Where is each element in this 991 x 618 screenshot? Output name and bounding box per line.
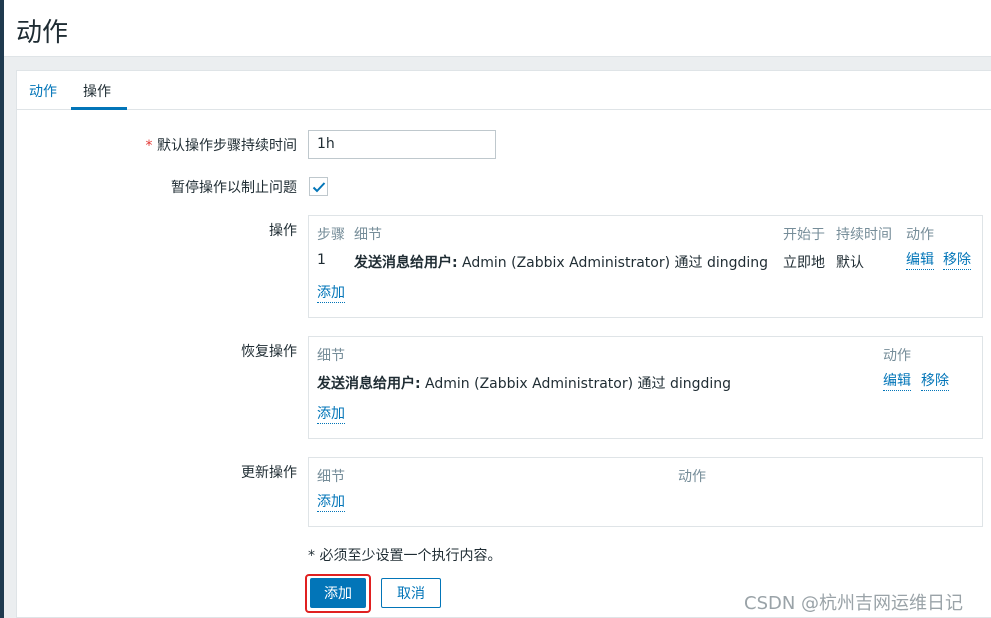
edit-link[interactable]: 编辑 xyxy=(883,373,911,391)
left-nav-strip xyxy=(0,0,4,618)
add-button[interactable]: 添加 xyxy=(310,578,366,608)
remove-link[interactable]: 移除 xyxy=(943,252,971,270)
page-header: 动作 xyxy=(4,0,991,57)
recovery-table: 细节 动作 发送消息给用户: Admin (Zabbix Administrat… xyxy=(308,336,983,439)
pause-checkbox[interactable] xyxy=(309,177,328,196)
row-step: 1 xyxy=(317,252,326,268)
operations-label: 操作 xyxy=(269,223,297,239)
row-details: 发送消息给用户: Admin (Zabbix Administrator) 通过… xyxy=(317,376,732,392)
update-label: 更新操作 xyxy=(241,465,297,481)
watermark: CSDN @杭州吉网运维日记 xyxy=(744,593,964,614)
duration-label: * 默认操作步骤持续时间 xyxy=(145,138,297,154)
duration-input[interactable]: 1h xyxy=(308,130,496,159)
row-details: 发送消息给用户: Admin (Zabbix Administrator) 通过… xyxy=(354,255,769,271)
col-step: 步骤 xyxy=(317,227,345,243)
col-duration: 持续时间 xyxy=(836,227,892,243)
required-mark: * xyxy=(145,138,153,154)
row-duration: 默认 xyxy=(836,255,864,271)
active-tab-indicator xyxy=(71,107,127,110)
update-table: 细节 动作 添加 xyxy=(308,457,983,527)
pause-label: 暂停操作以制止问题 xyxy=(171,180,297,196)
form-panel: 动作 操作 * 默认操作步骤持续时间 1h 暂停操作以制止问题 操作 步骤 细节… xyxy=(16,70,991,618)
col-action: 动作 xyxy=(906,227,934,243)
page-title: 动作 xyxy=(16,18,69,48)
add-update-link[interactable]: 添加 xyxy=(317,494,345,512)
col-action: 动作 xyxy=(883,348,911,364)
operations-table: 步骤 细节 开始于 持续时间 动作 1 发送消息给用户: Admin (Zabb… xyxy=(308,215,983,318)
col-start: 开始于 xyxy=(783,227,825,243)
checkmark-icon xyxy=(312,181,325,192)
add-recovery-link[interactable]: 添加 xyxy=(317,406,345,424)
col-details: 细节 xyxy=(317,348,345,364)
add-operation-link[interactable]: 添加 xyxy=(317,285,345,303)
col-details: 细节 xyxy=(317,469,345,485)
remove-link[interactable]: 移除 xyxy=(921,373,949,391)
tab-bar: 动作 操作 xyxy=(17,71,991,110)
col-details: 细节 xyxy=(354,227,382,243)
tab-operations[interactable]: 操作 xyxy=(83,81,111,101)
tab-action[interactable]: 动作 xyxy=(29,81,57,101)
required-note: * 必须至少设置一个执行内容。 xyxy=(308,548,502,564)
recovery-label: 恢复操作 xyxy=(241,344,297,360)
row-start: 立即地 xyxy=(783,255,825,271)
cancel-button[interactable]: 取消 xyxy=(381,578,441,608)
edit-link[interactable]: 编辑 xyxy=(906,252,934,270)
col-action: 动作 xyxy=(678,469,706,485)
